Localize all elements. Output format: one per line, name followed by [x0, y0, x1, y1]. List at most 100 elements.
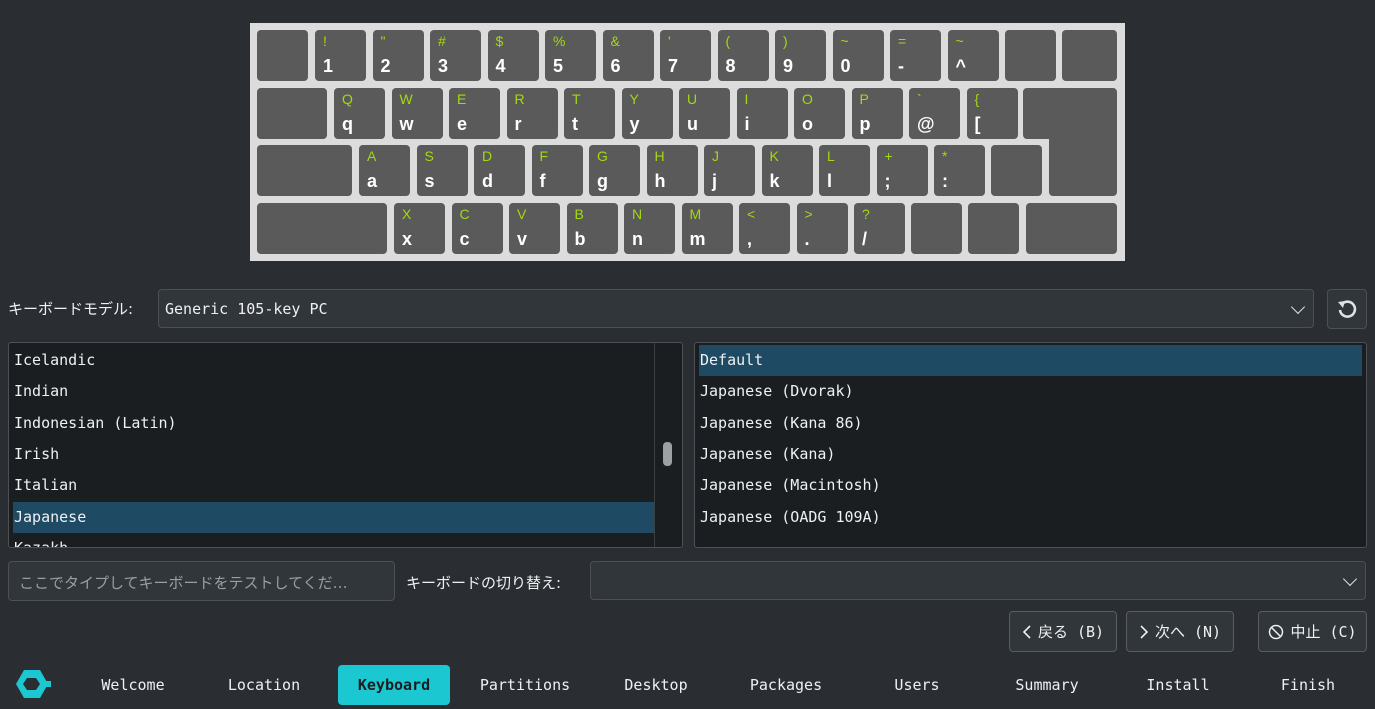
key-shift: [257, 203, 387, 254]
list-item[interactable]: Icelandic: [13, 345, 654, 376]
key: ~ ^: [947, 30, 999, 81]
key-label: 2: [380, 56, 391, 76]
key-shift-label: F: [539, 148, 549, 164]
key: #3: [430, 30, 481, 81]
key-shift-label: ?: [862, 206, 870, 222]
key-enter: [1049, 128, 1117, 196]
cancel-button-label: 中止 (C): [1290, 623, 1357, 641]
key-tab: [257, 88, 327, 139]
key-shift-label: T: [572, 91, 581, 107]
list-item[interactable]: Japanese (Dvorak): [699, 376, 1362, 407]
key-label: ,: [747, 229, 753, 249]
key-shift-label: R: [514, 91, 525, 107]
key-label: e: [457, 114, 468, 134]
key-shift-label: O: [802, 91, 813, 107]
cancel-button[interactable]: 中止 (C): [1258, 611, 1367, 652]
key-shift-label: W: [399, 91, 413, 107]
key: ? /: [854, 203, 905, 254]
key-label: y: [629, 114, 640, 134]
key-blank: [1062, 30, 1117, 81]
keyboard-model-select[interactable]: Generic 105-key PC: [158, 289, 1314, 328]
key: Xx: [394, 203, 445, 254]
key-label: ^: [955, 56, 967, 76]
key-shift-label: #: [438, 33, 446, 49]
list-item[interactable]: Default: [699, 345, 1362, 376]
list-item[interactable]: Kazakh: [13, 533, 654, 547]
key-shift-label: ): [783, 33, 788, 49]
key-shift-label: *: [942, 148, 948, 164]
list-item[interactable]: Japanese (Kana 86): [699, 408, 1362, 439]
key-shift-label: B: [574, 206, 584, 222]
key: Bb: [566, 203, 618, 254]
back-button[interactable]: 戻る (B): [1009, 611, 1117, 652]
key-blank: [257, 30, 308, 81]
chevron-right-icon: [1140, 624, 1149, 639]
key: >.: [796, 203, 848, 254]
reset-model-button[interactable]: [1327, 289, 1367, 329]
key-label: w: [399, 114, 414, 134]
key-shift-label: I: [744, 91, 749, 107]
keyboard-switch-select[interactable]: [590, 561, 1366, 600]
key: Ee: [449, 88, 500, 139]
key-label: -: [898, 56, 904, 76]
key-label: s: [424, 171, 435, 191]
key-shift-label: M: [689, 206, 702, 222]
key-label: l: [827, 171, 833, 191]
key-shift-label: <: [747, 206, 756, 222]
key-label: :: [942, 171, 948, 191]
list-item[interactable]: Irish: [13, 439, 654, 470]
key-blank: [911, 203, 962, 254]
key-shift-label: Q: [342, 91, 353, 107]
key-label: v: [517, 229, 528, 249]
key-label: g: [597, 171, 608, 191]
key-label: f: [539, 171, 546, 191]
key: Vv: [509, 203, 560, 254]
scrollbar-handle[interactable]: [663, 442, 672, 466]
key-shift-label: {: [974, 91, 980, 107]
list-item[interactable]: Indian: [13, 376, 654, 407]
keyboard-test-input[interactable]: ここでタイプしてキーボードをテストしてくだ…: [8, 561, 395, 601]
layout-list[interactable]: Icelandic Indian Indonesian (Latin) Irish It…: [8, 342, 683, 548]
back-button-label: 戻る (B): [1037, 623, 1105, 641]
key-label: [: [974, 114, 981, 134]
key-shift-label: (: [725, 33, 731, 49]
key: % 5: [545, 30, 596, 81]
step-location: Location: [227, 676, 301, 694]
variant-list[interactable]: Default Japanese (Dvorak) Japanese (Kana 8…: [694, 342, 1367, 548]
list-item[interactable]: Japanese: [13, 501, 654, 533]
key-shift-label: P: [859, 91, 869, 107]
step-users: Users: [894, 676, 940, 694]
next-button[interactable]: 次へ (N): [1126, 611, 1234, 652]
list-item[interactable]: Japanese (OADG 109A): [699, 502, 1362, 533]
key: Jj: [704, 145, 755, 196]
key: Hh: [646, 145, 698, 196]
step-install: Install: [1146, 676, 1210, 694]
list-item[interactable]: Indonesian (Latin): [13, 408, 654, 439]
key-label: p: [859, 114, 871, 134]
key-blank: [991, 145, 1042, 196]
key-shift-label: $: [495, 33, 504, 49]
list-item[interactable]: Japanese (Kana): [699, 439, 1362, 470]
key-blank: [1005, 30, 1056, 81]
keyboard-switch-label: キーボードの切り替え:: [406, 574, 562, 592]
key-shift-label: L: [827, 148, 835, 164]
keyboard-model-value: Generic 105-key PC: [165, 300, 328, 318]
key-label: .: [804, 229, 810, 249]
key: Ll: [819, 145, 870, 196]
key-shift-label: S: [424, 148, 434, 164]
key-label: 8: [725, 56, 736, 76]
key: Ii: [736, 88, 788, 139]
key-shift-label: !: [323, 33, 327, 49]
key-shift: [1026, 203, 1117, 254]
key-label: c: [459, 229, 470, 249]
key-shift-label: `: [917, 91, 922, 107]
key-label: a: [367, 171, 378, 191]
key-label: @: [917, 114, 935, 134]
list-item[interactable]: Japanese (Macintosh): [699, 470, 1362, 501]
key: " 2: [372, 30, 424, 81]
list-item[interactable]: Italian: [13, 470, 654, 501]
key-label: m: [689, 229, 706, 249]
key: $4: [487, 30, 539, 81]
keyboard-test-placeholder: ここでタイプしてキーボードをテストしてくだ…: [19, 574, 348, 592]
key: <,: [739, 203, 790, 254]
